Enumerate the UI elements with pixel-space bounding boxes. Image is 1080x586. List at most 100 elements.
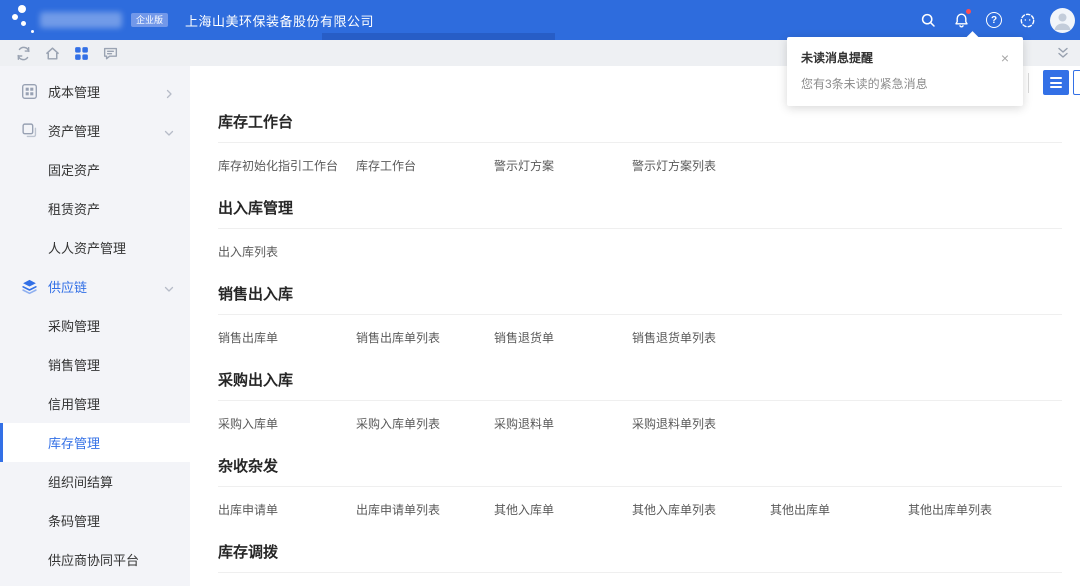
menu-link[interactable]: 销售出库单列表 (356, 330, 494, 346)
notification-popup: 未读消息提醒 × 您有3条未读的紧急消息 (787, 37, 1023, 106)
sidebar-item-supply-chain[interactable]: 供应链 (0, 267, 190, 306)
sidebar-item-label: 租赁资产 (48, 199, 100, 218)
sidebar-item-cost-management[interactable]: 成本管理 (0, 72, 190, 111)
menu-link[interactable]: 库存初始化指引工作台 (218, 158, 356, 174)
sidebar-item-label: 采购管理 (48, 316, 100, 335)
menu-links-row: 采购入库单 采购入库单列表 采购退料单 采购退料单列表 (218, 416, 1062, 432)
sidebar-item-credit-management[interactable]: 信用管理 (0, 384, 190, 423)
section-in-out-management: 出入库管理 出入库列表 (218, 200, 1062, 260)
sidebar-item-label: 组织间结算 (48, 472, 113, 491)
sidebar-item-inventory-management[interactable]: 库存管理 (0, 423, 190, 462)
sidebar-item-sales-management[interactable]: 销售管理 (0, 345, 190, 384)
menu-link[interactable]: 其他出库单 (770, 502, 908, 518)
menu-link[interactable]: 采购入库单 (218, 416, 356, 432)
sidebar-item-label: 库存管理 (48, 433, 100, 452)
chevron-down-icon (164, 282, 174, 292)
menu-link[interactable]: 采购入库单列表 (356, 416, 494, 432)
help-icon[interactable]: ? (984, 10, 1004, 30)
menu-link[interactable]: 采购退料单 (494, 416, 632, 432)
section-divider (218, 486, 1062, 487)
sidebar-item-label: 条码管理 (48, 511, 100, 530)
search-icon[interactable] (918, 10, 938, 30)
sidebar-item-fixed-assets[interactable]: 固定资产 (0, 150, 190, 189)
sidebar-item-label: 人人资产管理 (48, 238, 126, 257)
sidebar-item-leased-assets[interactable]: 租赁资产 (0, 189, 190, 228)
menu-link[interactable]: 库存工作台 (356, 158, 494, 174)
edition-badge: 企业版 (131, 13, 168, 27)
chevron-down-icon (164, 126, 174, 136)
sidebar-item-label: 固定资产 (48, 160, 100, 179)
toolbar-divider (1028, 73, 1029, 93)
section-divider (218, 400, 1062, 401)
header-right: ? (918, 8, 1080, 33)
view-toggle (1028, 70, 1080, 95)
list-view-button[interactable] (1043, 70, 1069, 95)
section-inventory-transfer: 库存调拨 (218, 544, 1062, 573)
brand-logo-icon (6, 0, 38, 40)
menu-link[interactable]: 销售退货单列表 (632, 330, 770, 346)
menu-link[interactable]: 销售出库单 (218, 330, 356, 346)
sidebar-item-inter-org-settlement[interactable]: 组织间结算 (0, 462, 190, 501)
sidebar-item-label: 信用管理 (48, 394, 100, 413)
menu-link[interactable]: 出入库列表 (218, 244, 356, 260)
main-content: 库存工作台 库存初始化指引工作台 库存工作台 警示灯方案 警示灯方案列表 出入库… (190, 66, 1080, 586)
sidebar-item-label: 资产管理 (48, 121, 100, 140)
menu-link[interactable]: 警示灯方案列表 (632, 158, 770, 174)
section-sales-in-out: 销售出入库 销售出库单 销售出库单列表 销售退货单 销售退货单列表 (218, 286, 1062, 346)
menu-link[interactable]: 出库申请单 (218, 502, 356, 518)
menu-link[interactable]: 销售退货单 (494, 330, 632, 346)
menu-link[interactable]: 其他入库单列表 (632, 502, 770, 518)
menu-links-row: 出库申请单 出库申请单列表 其他入库单 其他入库单列表 其他出库单 其他出库单列… (218, 502, 1062, 518)
section-title: 出入库管理 (218, 200, 1062, 218)
section-purchase-in-out: 采购出入库 采购入库单 采购入库单列表 采购退料单 采购退料单列表 (218, 372, 1062, 432)
sidebar-item-asset-management[interactable]: 资产管理 (0, 111, 190, 150)
company-name: 上海山美环保装备股份有限公司 (185, 11, 374, 30)
grid-table-icon (21, 83, 38, 100)
menu-link[interactable]: 采购退料单列表 (632, 416, 770, 432)
section-divider (218, 314, 1062, 315)
service-icon[interactable] (1017, 10, 1037, 30)
sidebar-item-supplier-collaboration-platform[interactable]: 供应商协同平台 (0, 540, 190, 579)
layers-icon (21, 278, 38, 295)
section-misc-receipt-issue: 杂收杂发 出库申请单 出库申请单列表 其他入库单 其他入库单列表 其他出库单 其… (218, 458, 1062, 518)
menu-link[interactable]: 警示灯方案 (494, 158, 632, 174)
chat-icon[interactable] (102, 45, 119, 62)
sidebar-item-barcode-management[interactable]: 条码管理 (0, 501, 190, 540)
list-view-icon (1050, 77, 1062, 88)
close-icon[interactable]: × (1001, 51, 1009, 65)
section-title: 库存调拨 (218, 544, 1062, 562)
notification-body: 您有3条未读的紧急消息 (801, 75, 1009, 92)
section-title: 采购出入库 (218, 372, 1062, 390)
body-layout: 成本管理 资产管理 固定资产 (0, 66, 1080, 586)
chevron-right-icon (164, 87, 174, 97)
menu-link[interactable]: 其他入库单 (494, 502, 632, 518)
sidebar-item-people-asset-management[interactable]: 人人资产管理 (0, 228, 190, 267)
home-icon[interactable] (44, 45, 61, 62)
app-window: 企业版 上海山美环保装备股份有限公司 ? (0, 0, 1080, 586)
section-title: 销售出入库 (218, 286, 1062, 304)
menu-links-row: 出入库列表 (218, 244, 1062, 260)
avatar[interactable] (1050, 8, 1075, 33)
card-view-button[interactable] (1073, 70, 1080, 95)
section-inventory-workbench: 库存工作台 库存初始化指引工作台 库存工作台 警示灯方案 警示灯方案列表 (218, 114, 1062, 174)
section-divider (218, 228, 1062, 229)
logo-blurred-text (40, 12, 122, 28)
menu-link[interactable]: 其他出库单列表 (908, 502, 1046, 518)
notification-popup-header: 未读消息提醒 × (801, 49, 1009, 66)
top-header: 企业版 上海山美环保装备股份有限公司 ? (0, 0, 1080, 40)
sidebar: 成本管理 资产管理 固定资产 (0, 66, 190, 586)
notifications-bell-icon[interactable] (951, 10, 971, 30)
sidebar-item-label: 销售管理 (48, 355, 100, 374)
collapse-double-chevron-icon[interactable] (1055, 45, 1072, 62)
section-title: 杂收杂发 (218, 458, 1062, 476)
section-divider (218, 142, 1062, 143)
header-shade (322, 33, 555, 40)
sidebar-item-label: 供应链 (48, 277, 87, 296)
menu-links-row: 销售出库单 销售出库单列表 销售退货单 销售退货单列表 (218, 330, 1062, 346)
menu-link[interactable]: 出库申请单列表 (356, 502, 494, 518)
unread-dot (966, 9, 971, 14)
sync-icon[interactable] (15, 45, 32, 62)
section-title: 库存工作台 (218, 114, 1062, 132)
sidebar-item-purchase-management[interactable]: 采购管理 (0, 306, 190, 345)
apps-grid-icon[interactable] (73, 45, 90, 62)
